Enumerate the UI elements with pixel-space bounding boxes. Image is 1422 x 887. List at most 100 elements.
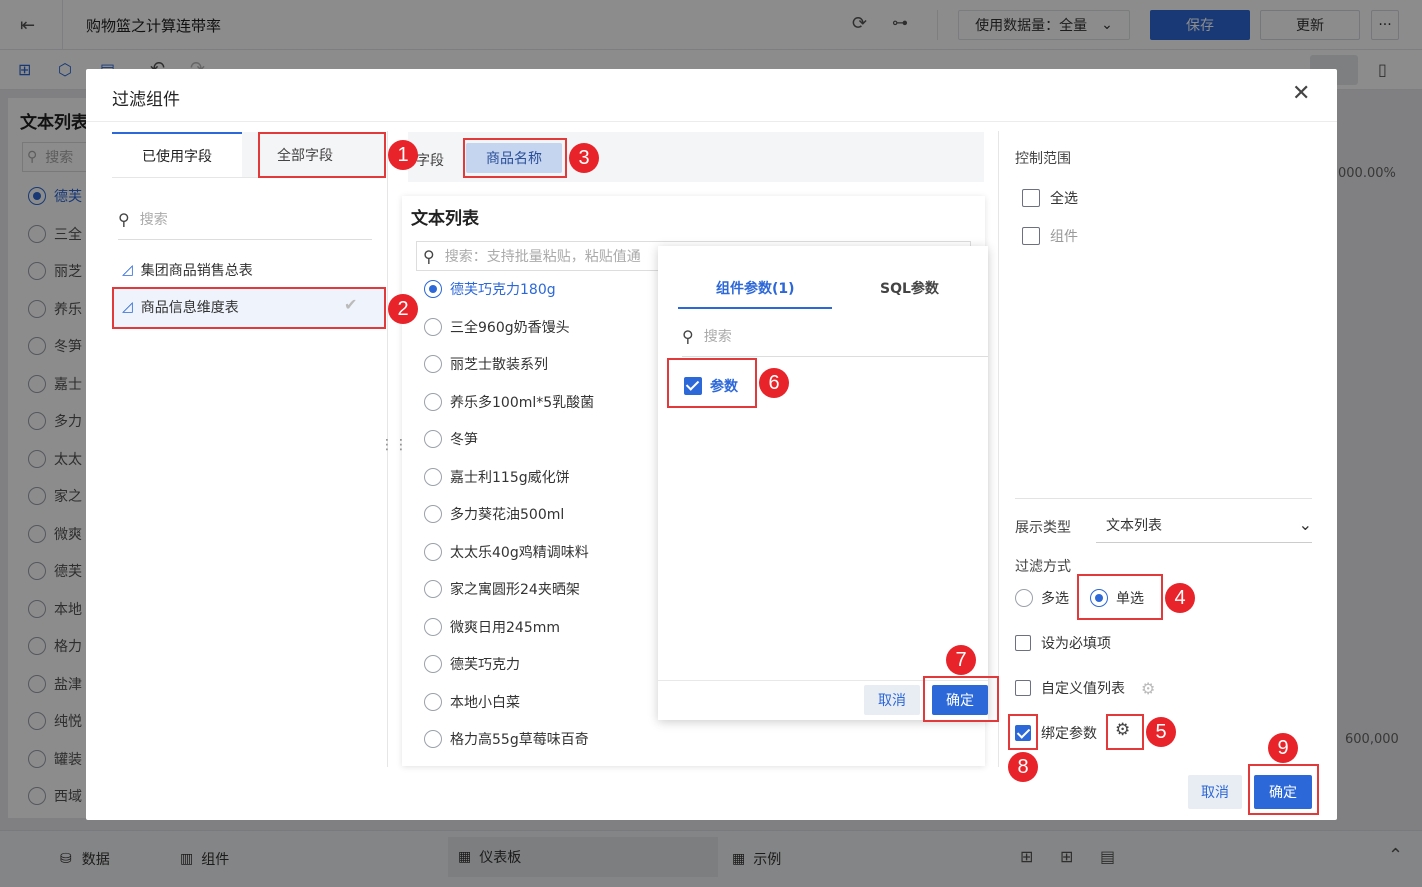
preview-list-item[interactable]: 德芙巧克力180g	[424, 279, 556, 299]
select-all-label: 全选	[1050, 191, 1078, 207]
param-search-input[interactable]: ⚲ 搜索	[682, 326, 988, 357]
table-icon: ◿	[122, 262, 133, 278]
display-type-label: 展示类型	[1015, 520, 1071, 536]
highlight-single-mode	[1077, 574, 1163, 620]
radio-icon	[424, 505, 442, 523]
multi-label: 多选	[1041, 591, 1069, 607]
filter-mode-multi[interactable]: 多选	[1015, 588, 1069, 608]
step-badge: 5	[1146, 717, 1176, 747]
preview-list-item-label: 冬笋	[450, 432, 478, 448]
dialog-title: 过滤组件	[112, 90, 180, 110]
param-popup: 组件参数(1) SQL参数 ⚲ 搜索 参数 取消 确定	[658, 246, 988, 720]
preview-list-item[interactable]: 养乐多100ml*5乳酸菌	[424, 392, 594, 412]
radio-icon	[424, 655, 442, 673]
radio-icon	[424, 467, 442, 486]
control-scope-label: 控制范围	[1015, 151, 1071, 167]
preview-list-item[interactable]: 三全960g奶香馒头	[424, 317, 570, 337]
preview-list-item[interactable]: 多力葵花油500ml	[424, 504, 564, 524]
preview-list-item-label: 格力高55g草莓味百奇	[450, 732, 589, 748]
select-all-checkbox[interactable]: 全选	[1022, 188, 1078, 208]
filter-component-dialog: 过滤组件 ✕ 已使用字段 全部字段 ⚲ 搜索 ◿ 集团商品销售总表 ◿ 商品信息…	[86, 69, 1337, 820]
step-badge: 3	[569, 143, 599, 173]
preview-list-item-label: 家之寓圆形24夹晒架	[450, 582, 580, 598]
tab-sql-params[interactable]: SQL参数	[880, 278, 939, 298]
display-type-value: 文本列表	[1106, 517, 1162, 534]
radio-selected-icon	[424, 280, 442, 298]
preview-list-item[interactable]: 家之寓圆形24夹晒架	[424, 579, 580, 599]
required-checkbox[interactable]: 设为必填项	[1015, 633, 1111, 653]
preview-list-item-label: 嘉士利115g威化饼	[450, 469, 570, 486]
field-label: 字段	[416, 153, 444, 169]
preview-list-item[interactable]: 微爽日用245mm	[424, 617, 560, 637]
checkbox-icon	[1022, 227, 1040, 245]
radio-icon	[424, 580, 442, 598]
preview-list-item-label: 德芙巧克力	[450, 657, 520, 673]
component-label: 组件	[1050, 229, 1078, 245]
custom-list-checkbox[interactable]: 自定义值列表 ⚙	[1015, 678, 1155, 698]
step-badge: 2	[388, 294, 418, 324]
preview-list-item-label: 微爽日用245mm	[450, 619, 560, 636]
bind-param-label: 绑定参数	[1041, 726, 1097, 742]
preview-list-item-label: 多力葵花油500ml	[450, 507, 565, 523]
display-type-select[interactable]: 文本列表 ⌄	[1096, 507, 1312, 543]
step-badge: 4	[1165, 583, 1195, 613]
highlight-param	[667, 358, 757, 408]
preview-list-item[interactable]: 本地小白菜	[424, 692, 520, 712]
component-checkbox[interactable]: 组件	[1022, 226, 1078, 246]
highlight-dialog-confirm	[1248, 764, 1319, 815]
required-label: 设为必填项	[1041, 636, 1111, 652]
field-search-placeholder: 搜索	[139, 212, 168, 228]
search-icon: ⚲	[118, 209, 130, 229]
field-search-input[interactable]: ⚲ 搜索	[118, 209, 372, 240]
preview-list-item-label: 太太乐40g鸡精调味料	[450, 544, 589, 561]
highlight-all-fields	[258, 132, 386, 178]
step-badge: 8	[1008, 752, 1038, 782]
highlight-field-tag	[463, 138, 567, 178]
radio-icon	[424, 317, 442, 336]
radio-icon	[424, 617, 442, 636]
preview-list-item-label: 本地小白菜	[450, 694, 520, 711]
dialog-cancel-button[interactable]: 取消	[1188, 775, 1242, 809]
step-badge: 9	[1268, 733, 1298, 763]
preview-title: 文本列表	[411, 209, 479, 229]
highlight-product-dim-table	[112, 287, 386, 329]
radio-icon	[424, 430, 442, 448]
search-icon: ⚲	[682, 326, 694, 346]
highlight-bind-checkbox	[1008, 714, 1038, 750]
close-icon[interactable]: ✕	[1292, 81, 1310, 106]
radio-icon	[424, 692, 442, 711]
preview-list-item[interactable]: 格力高55g草莓味百奇	[424, 729, 589, 749]
popup-cancel-button[interactable]: 取消	[864, 685, 920, 715]
step-badge: 1	[388, 140, 418, 170]
table-item-sales[interactable]: ◿ 集团商品销售总表	[122, 260, 253, 280]
checkbox-icon	[1015, 680, 1031, 696]
table-item-label: 集团商品销售总表	[140, 263, 253, 279]
radio-icon	[424, 730, 442, 748]
search-icon: ⚲	[423, 246, 435, 266]
preview-list-item[interactable]: 嘉士利115g威化饼	[424, 467, 570, 487]
radio-icon	[424, 542, 442, 561]
preview-list-item-label: 丽芝士散装系列	[450, 357, 548, 373]
preview-list-item-label: 德芙巧克力180g	[450, 282, 556, 298]
gear-icon[interactable]: ⚙	[1141, 679, 1155, 698]
preview-list-item[interactable]: 冬笋	[424, 429, 478, 449]
tab-used-fields[interactable]: 已使用字段	[112, 132, 242, 177]
tab-component-params[interactable]: 组件参数(1)	[716, 278, 795, 298]
preview-list-item[interactable]: 太太乐40g鸡精调味料	[424, 542, 589, 562]
highlight-popup-confirm	[923, 676, 999, 722]
step-badge: 7	[946, 645, 976, 675]
radio-icon	[424, 355, 442, 373]
highlight-bind-gear	[1106, 714, 1144, 750]
chevron-down-icon: ⌄	[1298, 515, 1312, 534]
checkbox-icon	[1022, 189, 1040, 207]
preview-list-item-label: 养乐多100ml*5乳酸菌	[450, 394, 595, 411]
preview-list-item-label: 三全960g奶香馒头	[450, 319, 570, 336]
checkbox-icon	[1015, 635, 1031, 651]
radio-icon	[424, 392, 442, 411]
preview-list-item[interactable]: 德芙巧克力	[424, 654, 520, 674]
step-badge: 6	[759, 368, 789, 398]
custom-list-label: 自定义值列表	[1041, 681, 1125, 697]
filter-mode-label: 过滤方式	[1015, 559, 1071, 575]
preview-list-item[interactable]: 丽芝士散装系列	[424, 354, 548, 374]
preview-search-placeholder: 搜索：支持批量粘贴，粘贴值通	[444, 249, 641, 265]
